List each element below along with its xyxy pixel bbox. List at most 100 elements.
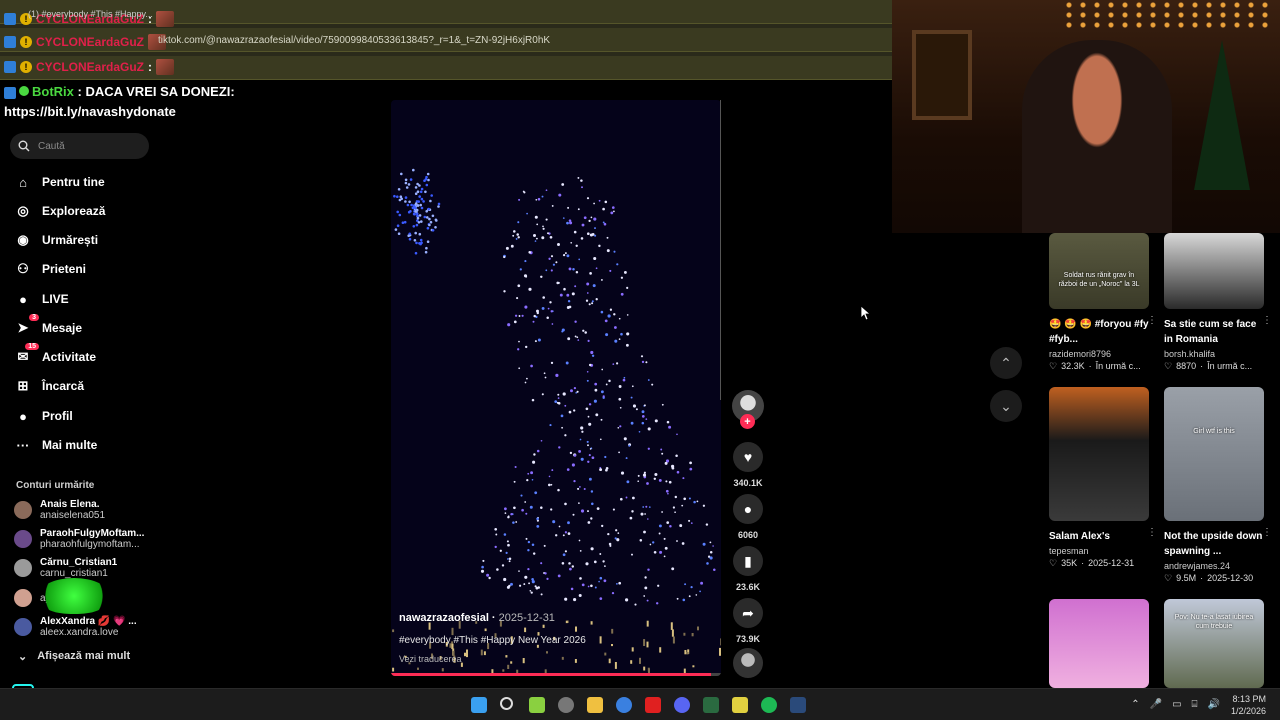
microphone-icon[interactable]: 🎤 [1150,699,1162,710]
notepad-icon[interactable] [529,697,545,713]
sidebar-item[interactable]: ⚇ Prieteni [14,257,86,281]
sidebar-item[interactable]: ⌂ Pentru tine [14,170,105,194]
feed-likes: 32.3K [1061,361,1085,371]
divider [720,100,721,400]
drone-light [505,246,509,250]
network-icon[interactable]: ⌸ [1192,699,1198,710]
spotify-icon[interactable] [761,697,777,713]
sidebar-item[interactable]: ⊞ Încarcă [14,374,84,398]
feed-thumbnail[interactable] [1164,233,1264,309]
feed-author[interactable]: andrewjames.24 [1164,561,1264,571]
youtube-icon[interactable] [645,697,661,713]
video-author[interactable]: nawazrazaofesial · 2025-12-31 [399,612,555,624]
see-more-button[interactable]: ⌄ Afișează mai mult [18,650,130,663]
drone-light [396,195,399,198]
sidebar-item[interactable]: ··· Mai multe [14,433,98,457]
translate-link[interactable]: Vezi traducerea [399,654,462,664]
comment-button[interactable]: ● 6060 [733,494,763,540]
following-handle: pharaohfulgymoftam... [40,539,140,550]
video-progress[interactable] [391,673,721,676]
drone-light [414,192,418,195]
more-options-icon[interactable]: ⋮ [1262,527,1272,538]
feed-thumbnail[interactable]: Pov: Nu te-a lasat iubirea cum trebuie [1164,599,1264,688]
feed-thumbnail[interactable]: Soldat rus rănit grav în război de un „N… [1049,233,1149,309]
feed-card[interactable]: Sa stie cum se face in Romania ⋮ borsh.kha… [1164,233,1272,372]
sidebar-item[interactable]: ● LIVE [14,287,69,311]
music-avatar[interactable] [733,648,763,678]
like-button[interactable]: ♥ 340.1K [733,442,763,488]
excel-icon[interactable] [703,697,719,713]
drone-light [531,478,534,481]
drone-light [695,594,698,596]
clock-time: 8:13 PM [1232,694,1266,704]
drone-light [430,194,433,197]
feed-card[interactable]: Pov: Nu te-a lasat iubirea cum trebuie [1164,599,1264,688]
feed-title[interactable]: Salam Alex's [1049,529,1149,544]
game-icon[interactable] [732,697,748,713]
display-icon[interactable]: ▭ [1172,699,1181,710]
obs-icon[interactable] [558,697,574,713]
windows-start-icon[interactable] [471,697,487,713]
drone-light [709,541,712,544]
feed-author[interactable]: tepesman [1049,546,1149,556]
follow-button[interactable]: + [740,414,755,429]
more-options-icon[interactable]: ⋮ [1147,315,1157,326]
steam-icon[interactable] [790,697,806,713]
feed-thumbnail[interactable]: Girl wtf is this [1164,387,1264,521]
feed-thumbnail[interactable] [1049,387,1149,521]
share-button[interactable]: ➦ 73.9K [733,598,763,644]
donate-link[interactable]: https://bit.ly/navashydonate [4,104,176,119]
feed-stats: ♡ 32.3K · În urmă c... [1049,361,1149,372]
city-light [392,629,395,633]
sidebar-item[interactable]: ◉ Urmărești [14,228,98,252]
drone-light [536,311,540,315]
video-player[interactable]: nawazrazaofesial · 2025-12-31 #everybody… [391,100,721,676]
drone-light [544,376,547,379]
sidebar-item[interactable]: ✉ 15 Activitate [14,343,96,369]
search-icon[interactable] [500,697,513,710]
more-options-icon[interactable]: ⋮ [1147,527,1157,538]
feed-card[interactable]: Soldat rus rănit grav în război de un „N… [1049,233,1157,372]
drone-light [526,377,528,380]
feed-card[interactable]: Girl wtf is this Not the upside down spaw… [1164,387,1272,584]
feed-card[interactable] [1049,599,1149,688]
volume-icon[interactable]: 🔊 [1208,699,1220,710]
sidebar-item[interactable]: ● Profil [14,404,73,428]
clock[interactable]: 8:13 PM 1/2/2026 [1231,693,1266,717]
drone-light [608,379,611,383]
drone-light [591,302,594,305]
discord-icon[interactable] [674,697,690,713]
save-button[interactable]: ▮ 23.6K [733,546,763,592]
drone-light [505,551,508,554]
search-input[interactable]: Caută [10,133,149,159]
sidebar-item[interactable]: ➤ 3 Mesaje [14,314,82,340]
feed-card[interactable]: Salam Alex's ⋮ tepesman ♡ 35K · 2025-12-31 [1049,387,1157,569]
drone-light [668,425,672,429]
feed-thumbnail[interactable] [1049,599,1149,688]
following-item[interactable]: Anais Elena. anaiselena051 [14,499,105,521]
drone-light [409,210,412,213]
feed-title[interactable]: Not the upside down spawning ... [1164,529,1264,559]
feed-title[interactable]: 🤩 🤩 🤩 #foryou #fy #fyb... [1049,317,1149,347]
following-item[interactable]: AlexXandra 💋 💗 ... aleex.xandra.love [14,616,137,638]
previous-video-button[interactable]: ⌃ [990,347,1022,379]
file-explorer-icon[interactable] [587,697,603,713]
comment-count: 6060 [737,530,759,540]
sidebar-item[interactable]: ◎ Explorează [14,199,105,223]
feed-author[interactable]: borsh.khalifa [1164,349,1264,359]
chevron-up-icon[interactable]: ⌃ [1131,699,1139,710]
feed-title[interactable]: Sa stie cum se face in Romania [1164,317,1264,347]
drone-light [508,557,512,561]
drone-light [602,395,605,398]
drone-light [530,364,533,368]
chrome-icon[interactable] [616,697,632,713]
drone-light [625,598,629,602]
following-item[interactable]: Cărnu_Cristian1 carnu_cristian1 [14,557,117,579]
more-options-icon[interactable]: ⋮ [1262,315,1272,326]
following-item[interactable]: ParaohFulgyMoftam... pharaohfulgymoftam..… [14,528,144,550]
chat-url[interactable]: tiktok.com/@nawazrazaofesial/video/75900… [158,35,550,46]
feed-author[interactable]: razidemori8796 [1049,349,1149,359]
drone-light [427,178,430,182]
next-video-button[interactable]: ⌄ [990,390,1022,422]
drone-light [531,398,535,402]
